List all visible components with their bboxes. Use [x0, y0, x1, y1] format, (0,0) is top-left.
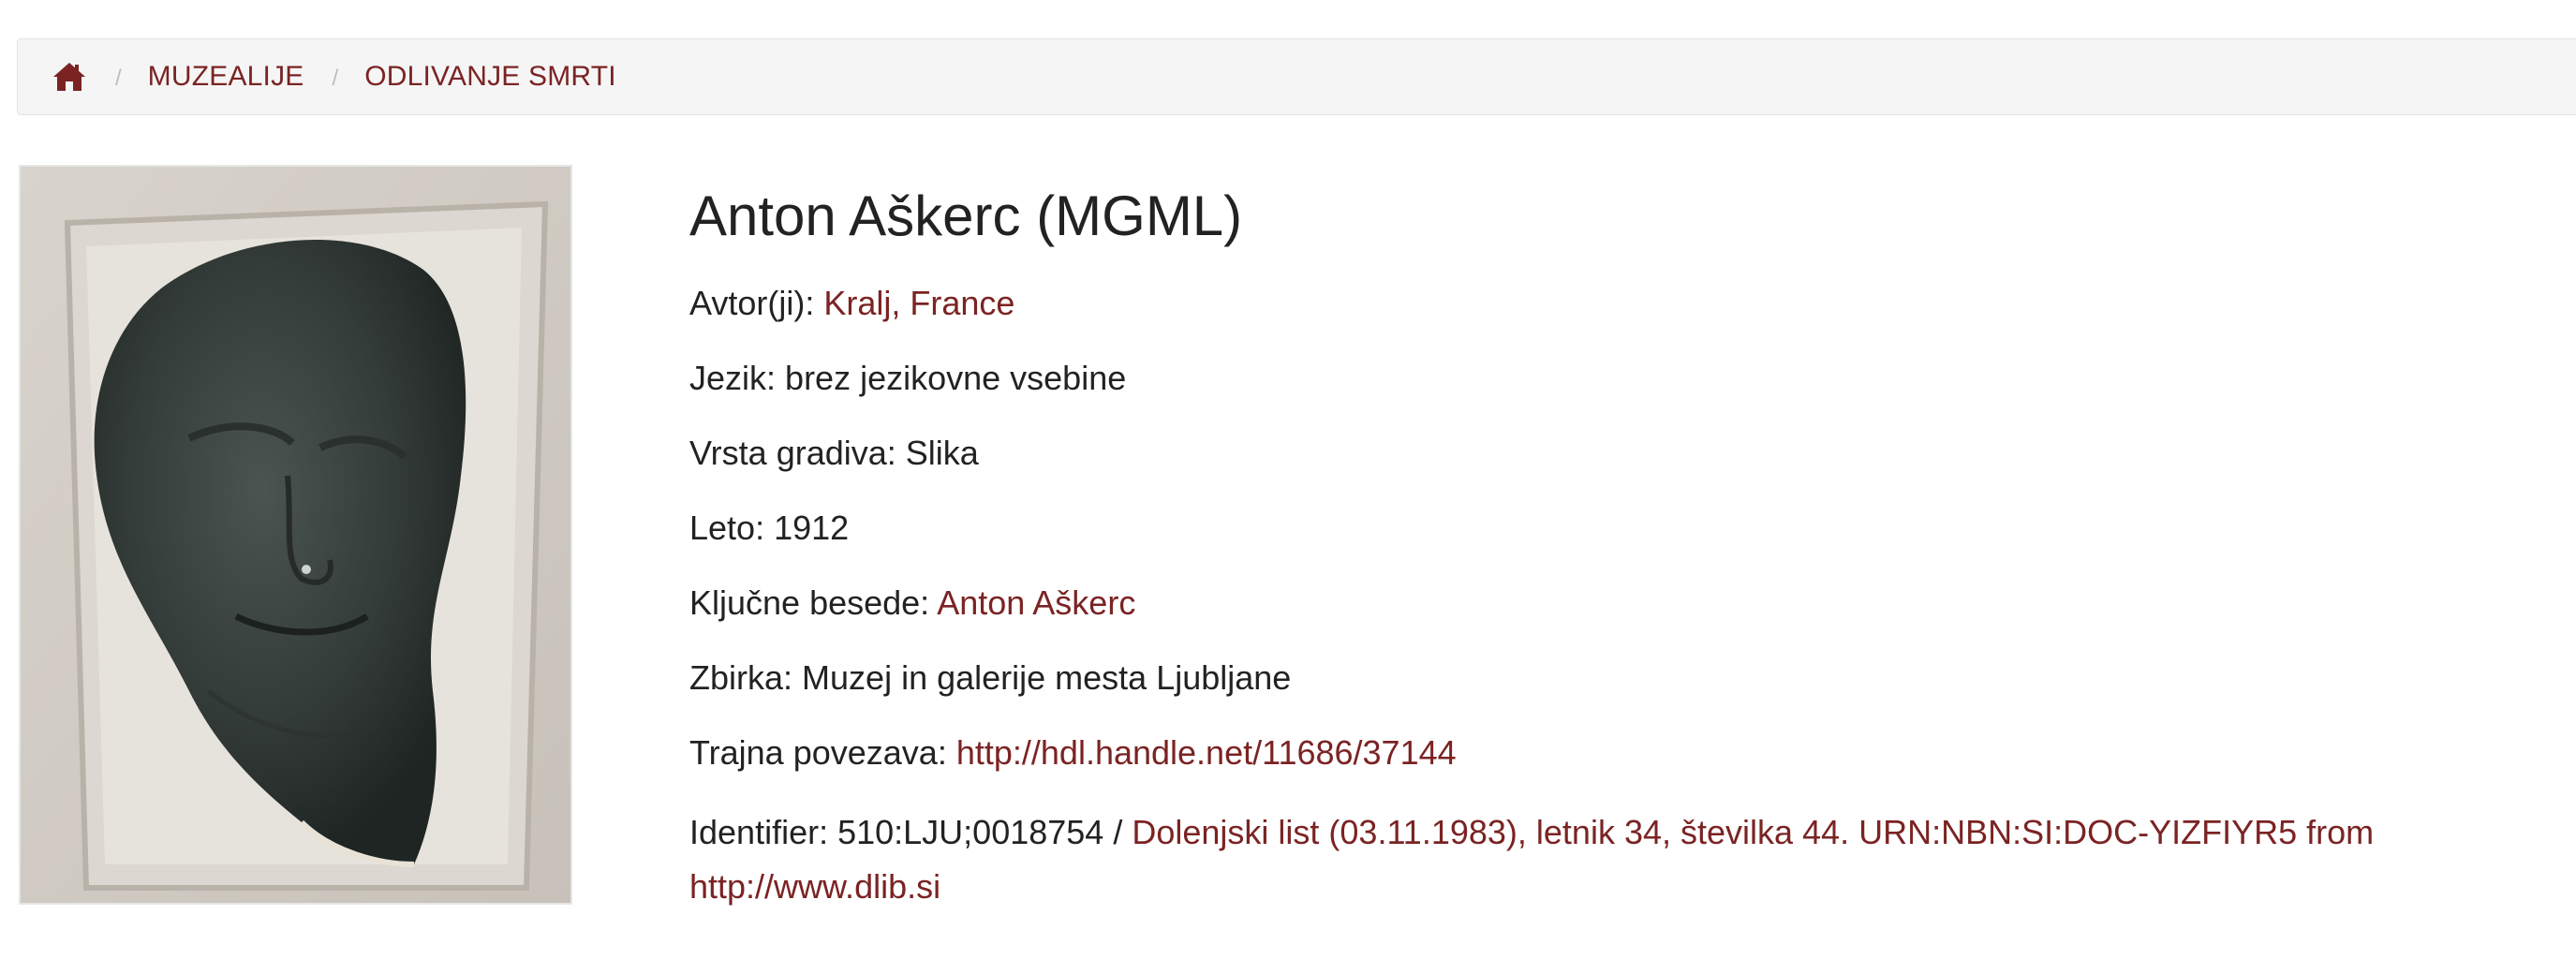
field-value: Slika: [905, 434, 979, 472]
breadcrumb-muzealije[interactable]: MUZEALIJE: [148, 61, 304, 93]
field-label: Identifier:: [689, 813, 829, 851]
field-language: Jezik: brez jezikovne vsebine: [689, 356, 2544, 401]
home-icon[interactable]: [52, 61, 87, 93]
field-permalink: Trajna povezava: http://hdl.handle.net/1…: [689, 730, 2544, 775]
field-type: Vrsta gradiva: Slika: [689, 431, 2544, 476]
field-year: Leto: 1912: [689, 506, 2544, 551]
field-identifier: Identifier: 510:LJU;0018754 / Dolenjski …: [689, 805, 2544, 914]
page-title: Anton Aškerc (MGML): [689, 184, 1243, 247]
field-value: brez jezikovne vsebine: [785, 359, 1127, 397]
identifier-value: 510:LJU;0018754 /: [837, 813, 1123, 851]
field-author: Avtor(ji): Kralj, France: [689, 281, 2544, 326]
field-collection: Zbirka: Muzej in galerije mesta Ljubljan…: [689, 656, 2544, 701]
field-label: Zbirka:: [689, 658, 793, 697]
permalink-link[interactable]: http://hdl.handle.net/11686/37144: [956, 733, 1457, 772]
breadcrumb-separator: /: [332, 66, 339, 91]
field-value: Muzej in galerije mesta Ljubljane: [802, 658, 1292, 697]
item-image[interactable]: [19, 165, 572, 905]
keyword-link[interactable]: Anton Aškerc: [937, 583, 1135, 622]
breadcrumb-separator: /: [115, 66, 122, 91]
field-value: 1912: [774, 509, 850, 547]
item-details: Anton Aškerc (MGML) Avtor(ji): Kralj, Fr…: [689, 176, 2544, 944]
field-label: Jezik:: [689, 359, 777, 397]
field-label: Leto:: [689, 509, 765, 547]
author-link[interactable]: Kralj, France: [823, 284, 1014, 322]
field-label: Trajna povezava:: [689, 733, 947, 772]
breadcrumb: / MUZEALIJE / ODLIVANJE SMRTI: [17, 38, 2576, 115]
field-label: Avtor(ji):: [689, 284, 815, 322]
breadcrumb-odlivanje-smrti[interactable]: ODLIVANJE SMRTI: [364, 61, 616, 93]
field-keywords: Ključne besede: Anton Aškerc: [689, 581, 2544, 626]
field-label: Vrsta gradiva:: [689, 434, 896, 472]
field-label: Ključne besede:: [689, 583, 930, 622]
